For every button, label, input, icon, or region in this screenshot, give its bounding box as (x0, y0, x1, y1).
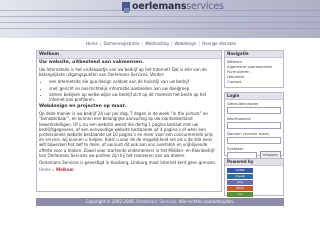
username-label: Gebruikersnaam (227, 101, 259, 106)
badge-xhtml[interactable]: xhtml (227, 186, 253, 191)
list-item: samen bekijken op welke wijze uw bedrijf… (49, 92, 219, 102)
breadcrumb: Home » Welkom (39, 167, 74, 173)
heading-website: Uw website, uitbesteed aan vakmensen. (39, 60, 144, 65)
main-title: Welkom (37, 51, 221, 59)
domain-label: Domein (zonder www) (227, 131, 270, 136)
nav-item-home[interactable]: Home (86, 41, 98, 46)
list-item: snel, gericht en overzichtelijk informat… (49, 86, 219, 91)
footer-company-link[interactable]: Oerlemans Services (136, 199, 176, 204)
body-text: Op deze manier is uw bedrijf 24 uur per … (39, 111, 215, 158)
main-content-box: Welkom Uw website, uitbesteed aan vakmen… (36, 50, 222, 192)
nav-item-overige-diensten[interactable]: Overige diensten (202, 41, 236, 46)
footer-copyright: Copyright © 2002-2006, (85, 199, 135, 204)
domain-input[interactable] (227, 137, 281, 144)
intro-text: Uw Internetsite is het visitekaartje van… (39, 67, 207, 78)
footer-rights: . Alle rechten voorbehouden. (176, 199, 235, 204)
nav-item-webhosting[interactable]: Webhosting (145, 41, 169, 46)
nav-item-domeinregistratie[interactable]: Domeinregistratie (103, 41, 139, 46)
navigation-title: Navigatie (225, 51, 283, 58)
site-header: oerlemansservices (0, 0, 320, 38)
location-text: Oerlemans Services is gevestigd in Huisb… (39, 160, 217, 166)
powered-by-title: Powered by (225, 159, 283, 166)
navigation-box: Navigatie Welkom Algemene voorwaarden Fo… (224, 50, 284, 88)
sidebar-item-contact[interactable]: Contact (227, 79, 281, 84)
top-nav: Home | Domeinregistratie | Webhosting | Web… (86, 41, 237, 46)
nav-item-webdesign[interactable]: Webdesign (174, 41, 196, 46)
login-box: Login Gebruikersnaam Wachtwoord Domein (… (224, 92, 284, 159)
password-input[interactable] (227, 122, 281, 129)
main-content: Uw website, uitbesteed aan vakmensen. Uw… (37, 59, 221, 174)
powered-by-box: Powered by OSDN mysql php xhtml css (224, 158, 284, 197)
footer: Copyright © 2002-2006, Oerlemans Service… (36, 198, 284, 206)
badge-php[interactable]: php (227, 180, 253, 185)
heading-webdesign: Webdesign en projecten op maat. (39, 104, 127, 110)
site-logo[interactable]: oerlemansservices (132, 1, 224, 13)
breadcrumb-home[interactable]: Home (39, 167, 51, 172)
list-item: een Internetsite die qua design voldoet … (49, 79, 219, 84)
badge-osdn[interactable]: OSDN (227, 168, 253, 173)
badge-mysql[interactable]: mysql (227, 174, 253, 179)
badge-css[interactable]: css (227, 192, 253, 197)
username-input[interactable] (227, 107, 281, 114)
breadcrumb-current: Welkom (55, 167, 74, 173)
login-title: Login (225, 93, 283, 100)
feature-list: een Internetsite die qua design voldoet … (39, 79, 219, 102)
password-label: Wachtwoord (227, 116, 251, 121)
